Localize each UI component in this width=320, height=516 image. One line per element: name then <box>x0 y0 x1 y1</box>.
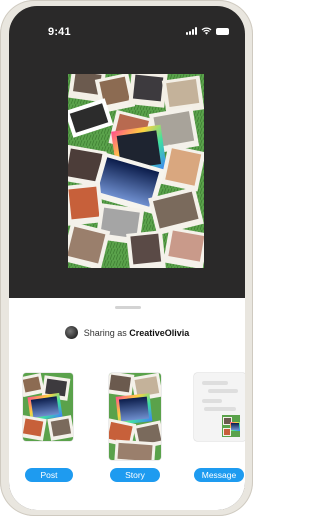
message-line <box>202 381 228 385</box>
message-image-thumbnail <box>222 415 240 437</box>
sheet-drag-handle[interactable] <box>115 306 141 309</box>
message-option-preview[interactable] <box>194 373 245 441</box>
sharing-as-row: Sharing as CreativeOlivia <box>9 326 245 339</box>
status-icons <box>186 27 229 35</box>
message-line <box>202 399 222 403</box>
message-line <box>204 407 236 411</box>
story-option-preview[interactable] <box>109 373 161 460</box>
sharing-username: CreativeOlivia <box>129 327 190 338</box>
collage-preview-image <box>68 74 204 268</box>
story-preview-image <box>109 373 161 460</box>
post-button[interactable]: Post <box>25 468 73 482</box>
wifi-icon <box>201 27 212 35</box>
status-time: 9:41 <box>48 26 71 38</box>
message-line <box>208 389 238 393</box>
collage-image <box>68 74 204 268</box>
cellular-signal-icon <box>186 27 197 35</box>
story-button[interactable]: Story <box>110 468 160 482</box>
status-bar: 9:41 <box>9 6 245 46</box>
post-preview-image <box>23 373 73 441</box>
post-option-preview[interactable] <box>23 373 73 441</box>
battery-icon <box>216 27 229 35</box>
phone-screen: 9:41 Sharing as CreativeOlivia Post Stor… <box>9 6 245 510</box>
share-sheet: Sharing as CreativeOlivia Post Story Mes… <box>9 298 245 510</box>
message-button[interactable]: Message <box>194 468 244 482</box>
phone-frame: 9:41 Sharing as CreativeOlivia Post Stor… <box>0 0 253 516</box>
avatar <box>64 326 78 339</box>
sharing-prefix: Sharing as <box>83 327 127 338</box>
